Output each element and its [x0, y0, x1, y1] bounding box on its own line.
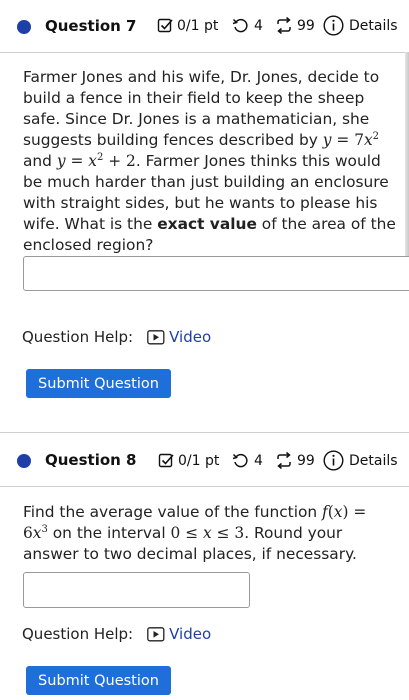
question-8-header: Question 8 0/1 pt 4 99 Details	[0, 433, 409, 485]
video-play-icon	[147, 329, 165, 344]
submissions-count: 99	[297, 452, 315, 469]
submit-question-button[interactable]: Submit Question	[26, 666, 171, 695]
question-text: Farmer Jones and his wife, Dr. Jones, de…	[23, 68, 396, 254]
question-status-dot	[17, 20, 31, 34]
retries-count: 4	[254, 452, 263, 469]
divider	[0, 486, 409, 487]
question-title: Question 8	[45, 451, 137, 469]
video-link[interactable]: Video	[147, 625, 211, 643]
question-help-label: Question Help:	[22, 328, 134, 346]
score-text: 0/1 pt	[177, 17, 219, 34]
retries-count: 4	[254, 17, 263, 34]
retries-indicator: 4	[232, 17, 263, 34]
details-button[interactable]: Details	[323, 450, 398, 471]
submissions-indicator: 99	[275, 17, 315, 34]
score-indicator: 0/1 pt	[158, 452, 219, 469]
video-link[interactable]: Video	[147, 328, 211, 346]
info-icon	[323, 15, 344, 36]
submit-question-button[interactable]: Submit Question	[26, 369, 171, 398]
answer-input[interactable]	[23, 256, 409, 291]
question-text: Find the average value of the function f…	[23, 503, 367, 563]
video-label: Video	[169, 328, 212, 346]
video-label: Video	[169, 625, 212, 643]
score-indicator: 0/1 pt	[157, 17, 218, 34]
question-7-header: Question 7 0/1 pt 4 99 Details	[0, 0, 409, 52]
details-label: Details	[349, 17, 398, 34]
question-title: Question 7	[45, 17, 137, 35]
question-help-label: Question Help:	[22, 625, 134, 643]
details-label: Details	[349, 452, 398, 469]
divider	[0, 52, 409, 53]
question-status-dot	[17, 454, 31, 468]
score-text: 0/1 pt	[178, 452, 220, 469]
question-help: Question Help: Video	[22, 625, 211, 643]
scroll-shadow	[405, 52, 409, 290]
info-icon	[323, 450, 344, 471]
checkbox-icon	[157, 18, 173, 33]
submissions-count: 99	[297, 17, 315, 34]
video-play-icon	[147, 626, 165, 641]
submissions-indicator: 99	[275, 452, 315, 469]
question-help: Question Help: Video	[22, 328, 211, 346]
repeat-icon	[277, 452, 291, 469]
details-button[interactable]: Details	[323, 15, 398, 36]
repeat-icon	[277, 17, 291, 34]
retries-indicator: 4	[232, 452, 263, 469]
answer-input[interactable]	[23, 572, 250, 608]
undo-icon	[232, 18, 248, 33]
checkbox-icon	[158, 453, 174, 468]
undo-icon	[232, 453, 248, 468]
